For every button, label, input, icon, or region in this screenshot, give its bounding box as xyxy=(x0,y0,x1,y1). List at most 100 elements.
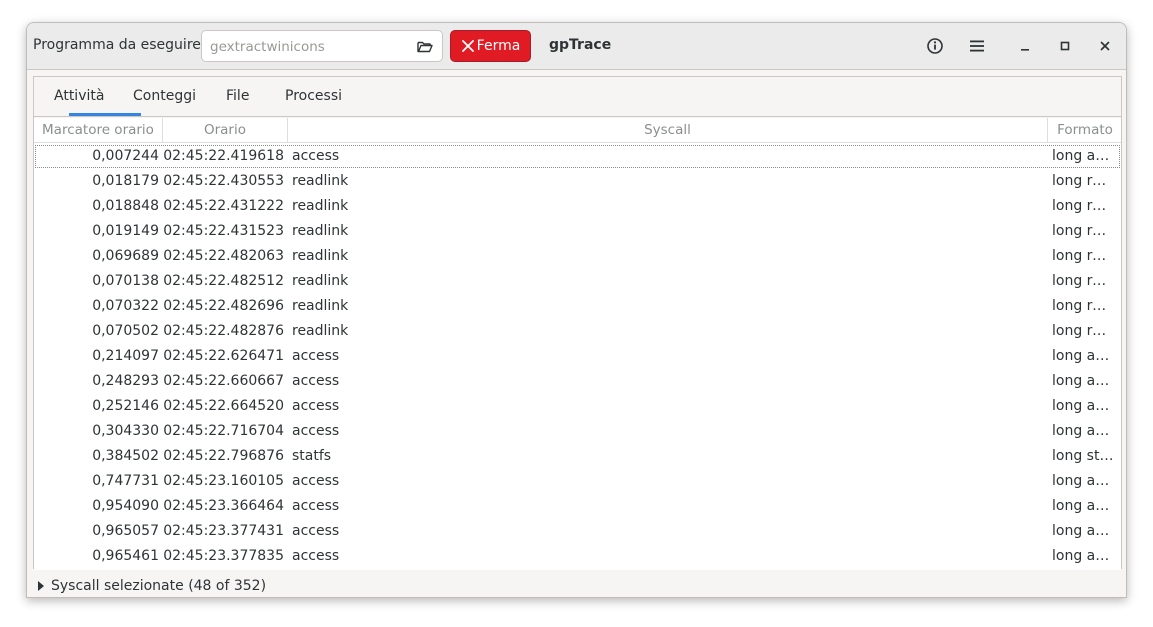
cell-syscall: readlink xyxy=(292,173,349,189)
cell-syscall: access xyxy=(292,398,340,414)
cell-timestamp: 0,954090 xyxy=(92,498,159,514)
minimize-icon[interactable] xyxy=(1015,36,1035,56)
cell-format: long ac… xyxy=(1052,373,1114,389)
cell-time: 02:45:22.431523 xyxy=(163,223,284,239)
cell-timestamp: 0,965461 xyxy=(92,548,159,564)
cell-format: long re… xyxy=(1052,273,1114,289)
cell-format: long re… xyxy=(1052,198,1114,214)
table-row[interactable]: 0,304330 02:45:22.716704 access long ac… xyxy=(34,419,1121,444)
maximize-icon[interactable] xyxy=(1055,36,1075,56)
cell-time: 02:45:23.160105 xyxy=(163,473,284,489)
table-row[interactable]: 0,019149 02:45:22.431523 readlink long re… xyxy=(34,219,1121,244)
table-row[interactable]: 0,007244 02:45:22.419618 access long ac… xyxy=(34,144,1121,169)
table-row[interactable]: 0,018848 02:45:22.431222 readlink long re… xyxy=(34,194,1121,219)
tab-file[interactable]: File xyxy=(226,88,249,104)
program-input[interactable]: gextractwinicons xyxy=(201,30,443,62)
cell-time: 02:45:23.377835 xyxy=(163,548,284,564)
cell-syscall: access xyxy=(292,348,340,364)
table-row[interactable]: 0,069689 02:45:22.482063 readlink long re… xyxy=(34,244,1121,269)
cell-time: 02:45:22.664520 xyxy=(163,398,284,414)
cell-syscall: access xyxy=(292,373,340,389)
table-row[interactable]: 0,070138 02:45:22.482512 readlink long re… xyxy=(34,269,1121,294)
cell-syscall: readlink xyxy=(292,198,349,214)
cell-syscall: access xyxy=(292,423,340,439)
stop-button[interactable]: Ferma xyxy=(450,30,531,62)
cell-syscall: access xyxy=(292,523,340,539)
column-header-syscall[interactable]: Syscall xyxy=(288,118,1048,143)
cell-timestamp: 0,007244 xyxy=(92,148,159,164)
expander-label: Syscall selezionate (48 of 352) xyxy=(51,578,267,594)
cell-syscall: statfs xyxy=(292,448,332,464)
header-bar: Programma da eseguire: gextractwinicons … xyxy=(27,23,1126,70)
cell-timestamp: 0,384502 xyxy=(92,448,159,464)
table-row[interactable]: 0,747731 02:45:23.160105 access long ac… xyxy=(34,469,1121,494)
cell-timestamp: 0,070322 xyxy=(92,298,159,314)
active-tab-indicator xyxy=(69,113,141,116)
cell-timestamp: 0,018848 xyxy=(92,198,159,214)
column-header-format[interactable]: Formato xyxy=(1048,118,1121,143)
cell-format: long ac… xyxy=(1052,473,1114,489)
cell-format: long re… xyxy=(1052,223,1114,239)
cell-timestamp: 0,304330 xyxy=(92,423,159,439)
cell-timestamp: 0,069689 xyxy=(92,248,159,264)
program-label: Programma da eseguire: xyxy=(33,37,206,53)
table-row[interactable]: 0,018179 02:45:22.430553 readlink long re… xyxy=(34,169,1121,194)
footer: Syscall selezionate (48 of 352) xyxy=(27,572,1126,597)
cell-time: 02:45:22.482063 xyxy=(163,248,284,264)
close-icon[interactable] xyxy=(1095,36,1115,56)
table-row[interactable]: 0,070502 02:45:22.482876 readlink long re… xyxy=(34,319,1121,344)
cell-timestamp: 0,214097 xyxy=(92,348,159,364)
table-row[interactable]: 0,070322 02:45:22.482696 readlink long re… xyxy=(34,294,1121,319)
tab-conteggi[interactable]: Conteggi xyxy=(133,88,196,104)
cell-timestamp: 0,018179 xyxy=(92,173,159,189)
cell-time: 02:45:22.482696 xyxy=(163,298,284,314)
cell-syscall: readlink xyxy=(292,248,349,264)
table-row[interactable]: 0,965461 02:45:23.377835 access long ac… xyxy=(34,544,1121,569)
cell-format: long re… xyxy=(1052,323,1114,339)
cell-timestamp: 0,070502 xyxy=(92,323,159,339)
cell-syscall: access xyxy=(292,498,340,514)
cell-format: long ac… xyxy=(1052,498,1114,514)
cell-timestamp: 0,248293 xyxy=(92,373,159,389)
selected-syscalls-expander[interactable]: Syscall selezionate (48 of 352) xyxy=(37,578,266,594)
table-body: 0,007244 02:45:22.419618 access long ac… 0,0… xyxy=(34,144,1121,569)
tab-attivita[interactable]: Attività xyxy=(54,88,104,104)
window-title: gpTrace xyxy=(549,37,612,53)
cell-timestamp: 0,965057 xyxy=(92,523,159,539)
syscall-table[interactable]: Marcatore orario Orario Syscall Formato … xyxy=(34,118,1121,570)
cell-format: long ac… xyxy=(1052,348,1114,364)
cell-timestamp: 0,252146 xyxy=(92,398,159,414)
table-row[interactable]: 0,384502 02:45:22.796876 statfs long st… xyxy=(34,444,1121,469)
hamburger-menu-icon[interactable] xyxy=(967,36,987,56)
table-header: Marcatore orario Orario Syscall Formato xyxy=(34,118,1121,143)
cell-format: long ac… xyxy=(1052,423,1114,439)
cell-format: long ac… xyxy=(1052,148,1114,164)
cell-timestamp: 0,070138 xyxy=(92,273,159,289)
cell-format: long ac… xyxy=(1052,523,1114,539)
cell-syscall: access xyxy=(292,548,340,564)
cell-syscall: readlink xyxy=(292,298,349,314)
cell-time: 02:45:22.482512 xyxy=(163,273,284,289)
cell-syscall: readlink xyxy=(292,223,349,239)
stop-button-label: Ferma xyxy=(476,38,521,54)
main-content: Attività Conteggi File Processi Marcator… xyxy=(33,76,1122,570)
cell-time: 02:45:22.796876 xyxy=(163,448,284,464)
table-row[interactable]: 0,965057 02:45:23.377431 access long ac… xyxy=(34,519,1121,544)
column-header-timestamp[interactable]: Marcatore orario xyxy=(34,118,163,143)
table-row[interactable]: 0,214097 02:45:22.626471 access long ac… xyxy=(34,344,1121,369)
cell-format: long st… xyxy=(1052,448,1114,464)
tab-processi[interactable]: Processi xyxy=(285,88,342,104)
table-row[interactable]: 0,248293 02:45:22.660667 access long ac… xyxy=(34,369,1121,394)
cell-time: 02:45:22.626471 xyxy=(163,348,284,364)
info-icon[interactable] xyxy=(925,36,945,56)
cell-syscall: access xyxy=(292,148,340,164)
close-x-icon xyxy=(461,40,474,52)
cell-time: 02:45:22.660667 xyxy=(163,373,284,389)
folder-open-icon[interactable] xyxy=(416,38,434,56)
cell-time: 02:45:23.377431 xyxy=(163,523,284,539)
column-header-time[interactable]: Orario xyxy=(163,118,288,143)
cell-time: 02:45:22.431222 xyxy=(163,198,284,214)
cell-format: long ac… xyxy=(1052,398,1114,414)
table-row[interactable]: 0,954090 02:45:23.366464 access long ac… xyxy=(34,494,1121,519)
table-row[interactable]: 0,252146 02:45:22.664520 access long ac… xyxy=(34,394,1121,419)
